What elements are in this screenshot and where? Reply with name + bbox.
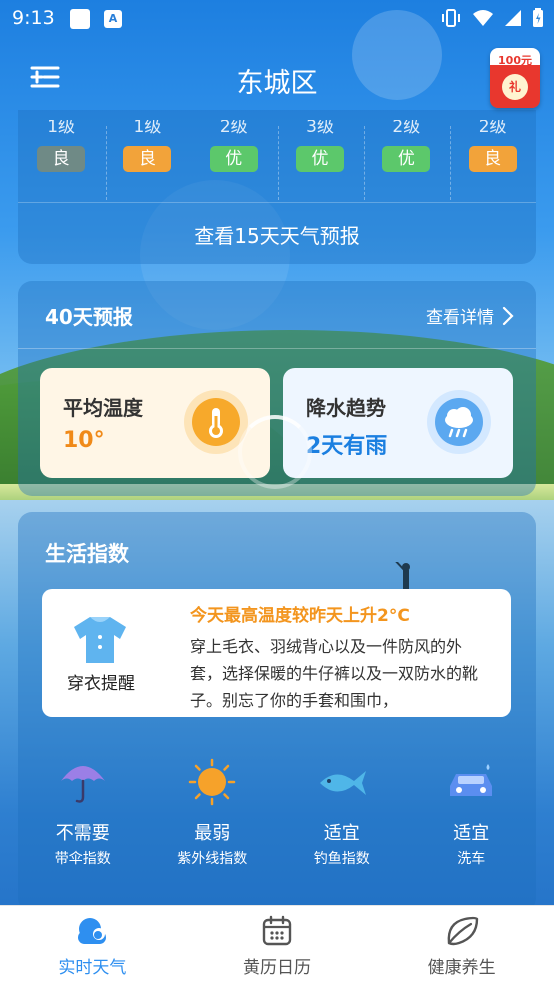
calendar-icon: [262, 915, 292, 946]
rain-cloud-icon: [427, 390, 491, 454]
column-divider: [450, 126, 451, 200]
fishing-index-name: 钓鱼指数: [313, 851, 370, 867]
aqi-day-column: 2级优: [191, 120, 277, 172]
aqi-level: 1级: [133, 120, 162, 137]
nav-label: 健康养生: [427, 958, 496, 978]
app-header: 东城区 100元 礼: [0, 45, 554, 115]
life-index-card: 生活指数 穿衣提醒 今天最高温度较昨天上升2°C 穿上毛衣、羽绒背心以及一件防风…: [18, 512, 536, 912]
aqi-day-column: 3级优: [277, 120, 363, 172]
notification-icon: [70, 9, 90, 29]
promo-coin-icon: 礼: [502, 74, 528, 100]
column-divider: [106, 126, 107, 200]
wifi-icon: [473, 10, 493, 26]
battery-icon: [533, 8, 543, 27]
sun-icon: [189, 758, 236, 806]
nav-label: 实时天气: [58, 958, 127, 978]
promo-amount: 100元: [498, 54, 532, 67]
status-time: 9:13: [12, 7, 55, 29]
air-quality-card: 1级良 1级良 2级优 3级优 2级优 2级良 查看15天天气预报: [18, 110, 536, 264]
aqi-day-column: 1级良: [18, 120, 104, 172]
clothing-advice-card[interactable]: 穿衣提醒 今天最高温度较昨天上升2°C 穿上毛衣、羽绒背心以及一件防风的外套，选…: [42, 589, 511, 717]
column-divider: [278, 126, 279, 200]
signal-icon: [505, 10, 521, 26]
nav-health[interactable]: 健康养生: [369, 906, 554, 984]
umbrella-index-value: 不需要: [55, 823, 110, 844]
clothing-label: 穿衣提醒: [67, 674, 135, 694]
umbrella-icon: [60, 766, 105, 803]
weather-cloud-icon: [78, 918, 107, 944]
precipitation-trend-tile[interactable]: 降水趋势 2天有雨: [283, 368, 513, 478]
uv-index-name: 紫外线指数: [177, 851, 248, 867]
divider: [18, 348, 536, 349]
aqi-quality-badge: 优: [382, 146, 431, 172]
aqi-quality-badge: 良: [468, 146, 517, 172]
aqi-level: 2级: [219, 120, 248, 137]
shirt-icon: [74, 617, 126, 663]
column-divider: [364, 126, 365, 200]
app-notification-icon: A: [104, 10, 122, 28]
aqi-level: 2级: [392, 120, 421, 137]
aqi-quality-badge: 优: [296, 146, 345, 172]
avg-temp-value: 10°: [63, 428, 105, 453]
car-icon: [450, 764, 493, 796]
nav-realtime-weather[interactable]: 实时天气: [0, 906, 185, 984]
aqi-level: 2级: [478, 120, 507, 137]
loading-spinner: [238, 415, 312, 489]
forecast-40day-title: 40天预报: [45, 305, 133, 329]
vibrate-icon: [442, 9, 460, 27]
umbrella-index-name: 带伞指数: [54, 851, 111, 867]
fish-icon: [319, 771, 366, 795]
divider: [18, 202, 536, 203]
chevron-right-icon: [502, 306, 514, 325]
aqi-quality-badge: 优: [209, 146, 258, 172]
nav-almanac-calendar[interactable]: 黄历日历: [185, 906, 370, 984]
leaf-icon: [447, 916, 478, 946]
aqi-level: 1级: [47, 120, 76, 137]
bottom-navigation: 实时天气 黄历日历 健康养生: [0, 905, 554, 984]
umbrella-index[interactable]: 不需要 带伞指数: [28, 757, 138, 868]
clothing-advice-text: 穿上毛衣、羽绒背心以及一件防风的外套，选择保暖的牛仔裤以及一双防水的靴子。别忘了…: [190, 637, 479, 709]
car-wash-index-value: 适宜: [453, 823, 490, 844]
avg-temperature-tile[interactable]: 平均温度 10°: [40, 368, 270, 478]
aqi-forecast-row: 1级良 1级良 2级优 3级优 2级优 2级良: [18, 120, 536, 172]
aqi-quality-badge: 良: [123, 146, 172, 172]
aqi-day-column: 2级优: [363, 120, 449, 172]
uv-index[interactable]: 最弱 紫外线指数: [157, 757, 267, 868]
avg-temp-label: 平均温度: [63, 396, 143, 420]
clothing-headline: 今天最高温度较昨天上升2°C: [190, 606, 410, 626]
red-packet-promo-button[interactable]: 100元 礼: [490, 48, 540, 108]
forecast-15day-link[interactable]: 查看15天天气预报: [18, 220, 536, 249]
precip-label: 降水趋势: [306, 396, 386, 420]
aqi-day-column: 2级良: [449, 120, 535, 172]
fishing-index-value: 适宜: [323, 823, 360, 844]
view-details-label: 查看详情: [426, 308, 494, 328]
life-index-title: 生活指数: [45, 542, 129, 566]
city-title[interactable]: 东城区: [0, 61, 554, 100]
nav-label: 黄历日历: [243, 958, 311, 978]
car-wash-index-name: 洗车: [457, 851, 486, 867]
aqi-day-column: 1级良: [104, 120, 190, 172]
status-bar: 9:13 A: [0, 0, 554, 38]
aqi-quality-badge: 良: [37, 146, 86, 172]
uv-index-value: 最弱: [194, 823, 231, 844]
view-details-link[interactable]: 查看详情: [426, 303, 514, 328]
fishing-index[interactable]: 适宜 钓鱼指数: [287, 757, 397, 868]
precip-value: 2天有雨: [306, 434, 388, 459]
life-index-row: 不需要 带伞指数 最弱 紫外线指数 适宜 钓鱼指数 适宜 洗车: [18, 757, 536, 868]
aqi-level: 3级: [306, 120, 334, 137]
car-wash-index[interactable]: 适宜 洗车: [416, 757, 526, 868]
